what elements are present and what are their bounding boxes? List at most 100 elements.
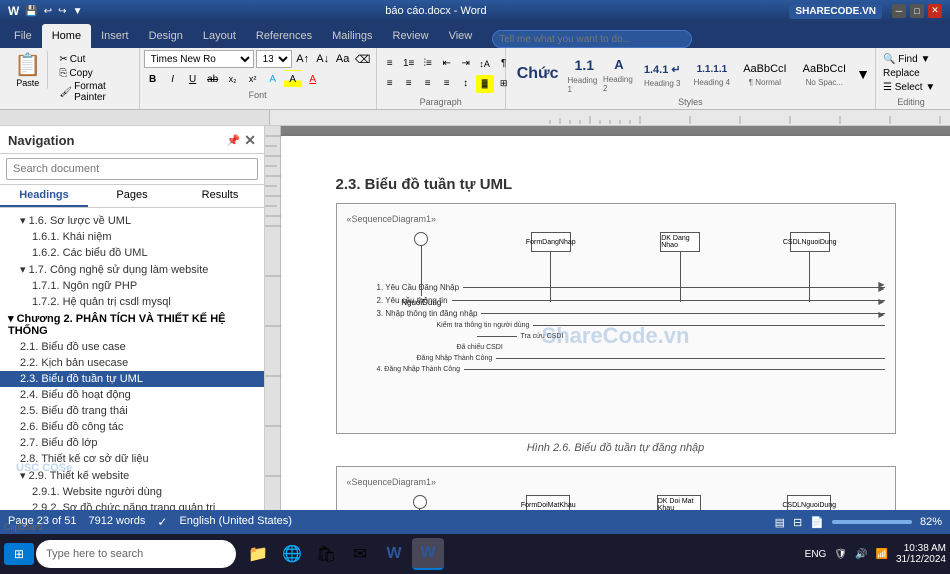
- document-area[interactable]: ShareCode.vn 2.3. Biểu đồ tuần tự UML «S…: [265, 126, 950, 510]
- font-family-select[interactable]: Times New Ro: [144, 50, 254, 68]
- align-center-btn[interactable]: ≡: [400, 75, 418, 93]
- underline-btn[interactable]: U: [184, 70, 202, 88]
- font-shrink-btn[interactable]: A↓: [314, 50, 332, 68]
- paste-btn[interactable]: 📋 Paste: [8, 50, 48, 90]
- style-normal[interactable]: AaBbCcI: [736, 60, 793, 78]
- nav-item-25[interactable]: 2.5. Biểu đồ trang thái: [0, 403, 264, 419]
- quick-save[interactable]: 💾: [25, 6, 37, 17]
- numbering-btn[interactable]: 1≡: [400, 55, 418, 73]
- document-page[interactable]: ShareCode.vn 2.3. Biểu đồ tuần tự UML «S…: [276, 136, 950, 510]
- tab-mailings[interactable]: Mailings: [322, 24, 382, 48]
- nav-item-29[interactable]: ▾ 2.9. Thiết kế website: [0, 467, 264, 484]
- search-input[interactable]: [6, 158, 258, 180]
- taskbar-network[interactable]: 📶: [875, 549, 887, 560]
- nav-item-28[interactable]: 2.8. Thiết kế cơ sở dữ liệu: [0, 451, 264, 467]
- maximize-btn[interactable]: □: [910, 4, 924, 18]
- multilevel-btn[interactable]: ⫶≡: [419, 55, 437, 73]
- format-painter-btn[interactable]: 🖌Format Painter: [56, 80, 130, 104]
- section-heading[interactable]: 2.3. Biểu đồ tuần tự UML: [336, 176, 896, 193]
- superscript-btn[interactable]: x²: [244, 70, 262, 88]
- clear-format-btn[interactable]: ⌫: [354, 50, 372, 68]
- decrease-indent-btn[interactable]: ⇤: [438, 55, 456, 73]
- style-heading1[interactable]: 1.1: [568, 54, 601, 76]
- align-justify-btn[interactable]: ≡: [438, 75, 456, 93]
- tab-insert[interactable]: Insert: [91, 24, 139, 48]
- taskbar-edge[interactable]: 🌐: [276, 538, 308, 570]
- align-left-btn[interactable]: ≡: [381, 75, 399, 93]
- font-size-select[interactable]: 13: [256, 50, 292, 68]
- strikethrough-btn[interactable]: ab: [204, 70, 222, 88]
- nav-item-27[interactable]: 2.7. Biểu đồ lớp: [0, 435, 264, 451]
- zoom-slider[interactable]: [832, 520, 912, 524]
- tab-file[interactable]: File: [4, 24, 42, 48]
- nav-close-btn[interactable]: ✕: [244, 132, 256, 149]
- nav-item-291[interactable]: 2.9.1. Website người dùng: [0, 484, 264, 500]
- font-grow-btn[interactable]: A↑: [294, 50, 312, 68]
- close-btn[interactable]: ✕: [928, 4, 942, 18]
- nav-item-162[interactable]: 1.6.2. Các biểu đồ UML: [0, 245, 264, 261]
- align-right-btn[interactable]: ≡: [419, 75, 437, 93]
- tab-headings[interactable]: Headings: [0, 185, 88, 207]
- find-btn[interactable]: 🔍 Find ▼: [880, 53, 942, 66]
- nav-item-22[interactable]: 2.2. Kịch bản usecase: [0, 355, 264, 371]
- style-chuc[interactable]: Chức: [510, 62, 566, 86]
- nav-item-17[interactable]: ▾ 1.7. Công nghệ sử dụng làm website: [0, 261, 264, 278]
- styles-scroll-down[interactable]: ▼: [855, 65, 871, 83]
- tab-results[interactable]: Results: [176, 185, 264, 207]
- bold-btn[interactable]: B: [144, 70, 162, 88]
- font-color-btn[interactable]: A: [304, 70, 322, 88]
- tab-review[interactable]: Review: [383, 24, 439, 48]
- text-effect-btn[interactable]: A: [264, 70, 282, 88]
- taskbar-explorer[interactable]: 📁: [242, 538, 274, 570]
- tab-design[interactable]: Design: [139, 24, 193, 48]
- cut-btn[interactable]: ✂Cut: [56, 53, 130, 66]
- taskbar-volume[interactable]: 🔊: [855, 549, 867, 560]
- nav-item-161[interactable]: 1.6.1. Khái niệm: [0, 229, 264, 245]
- line-spacing-btn[interactable]: ↕: [457, 75, 475, 93]
- tab-home[interactable]: Home: [42, 24, 91, 48]
- nav-pin-btn[interactable]: 📌: [227, 134, 241, 147]
- increase-indent-btn[interactable]: ⇥: [457, 55, 475, 73]
- nav-item-292[interactable]: 2.9.2. Sơ đồ chức năng trang quản trị: [0, 500, 264, 510]
- tab-pages[interactable]: Pages: [88, 185, 176, 207]
- subscript-btn[interactable]: x₂: [224, 70, 242, 88]
- tab-layout[interactable]: Layout: [193, 24, 246, 48]
- taskbar-mail[interactable]: ✉: [344, 538, 376, 570]
- style-no-spacing[interactable]: AaBbCcI: [796, 60, 853, 78]
- nav-item-chapter2[interactable]: ▾ Chương 2. PHÂN TÍCH VÀ THIẾT KẾ HỆ THỐ…: [0, 310, 264, 339]
- style-a[interactable]: A: [607, 54, 630, 75]
- minimize-btn[interactable]: ─: [892, 4, 906, 18]
- italic-btn[interactable]: I: [164, 70, 182, 88]
- nav-item-171[interactable]: 1.7.1. Ngôn ngữ PHP: [0, 278, 264, 294]
- taskbar-word[interactable]: W: [378, 538, 410, 570]
- start-button[interactable]: ⊞: [4, 543, 34, 565]
- tab-references[interactable]: References: [246, 24, 322, 48]
- taskbar-store[interactable]: 🛍: [310, 538, 342, 570]
- view-normal-icon[interactable]: ▤: [775, 516, 785, 529]
- view-read-icon[interactable]: 📄: [810, 516, 824, 529]
- view-web-icon[interactable]: ⊟: [793, 516, 802, 529]
- taskbar-search[interactable]: Type here to search: [36, 540, 236, 568]
- nav-item-16[interactable]: ▾ 1.6. Sơ lược về UML: [0, 212, 264, 229]
- nav-item-172[interactable]: 1.7.2. Hệ quản trị csdl mysql: [0, 294, 264, 310]
- replace-btn[interactable]: Replace: [880, 67, 942, 80]
- sort-btn[interactable]: ↕A: [476, 55, 494, 73]
- customize-btn[interactable]: ▼: [73, 6, 83, 17]
- copy-btn[interactable]: ⎘Copy: [56, 67, 130, 80]
- style-141[interactable]: 1.4.1 ↵: [637, 60, 688, 79]
- shading-btn[interactable]: ▓: [476, 75, 494, 93]
- ribbon-search[interactable]: [492, 30, 692, 48]
- select-btn[interactable]: ☰ Select ▼: [880, 81, 942, 94]
- tab-view[interactable]: View: [439, 24, 483, 48]
- style-1111[interactable]: 1.1.1.1: [690, 61, 735, 78]
- redo-btn[interactable]: ↪: [58, 6, 66, 17]
- taskbar-word-active[interactable]: W: [412, 538, 444, 570]
- nav-item-21[interactable]: 2.1. Biểu đồ use case: [0, 339, 264, 355]
- nav-item-24[interactable]: 2.4. Biểu đồ hoạt động: [0, 387, 264, 403]
- change-case-btn[interactable]: Aa: [334, 50, 352, 68]
- bullets-btn[interactable]: ≡: [381, 55, 399, 73]
- nav-item-26[interactable]: 2.6. Biểu đồ công tác: [0, 419, 264, 435]
- highlight-btn[interactable]: A: [284, 70, 302, 88]
- undo-btn[interactable]: ↩: [44, 6, 52, 17]
- nav-item-23[interactable]: 2.3. Biểu đồ tuần tự UML: [0, 371, 264, 387]
